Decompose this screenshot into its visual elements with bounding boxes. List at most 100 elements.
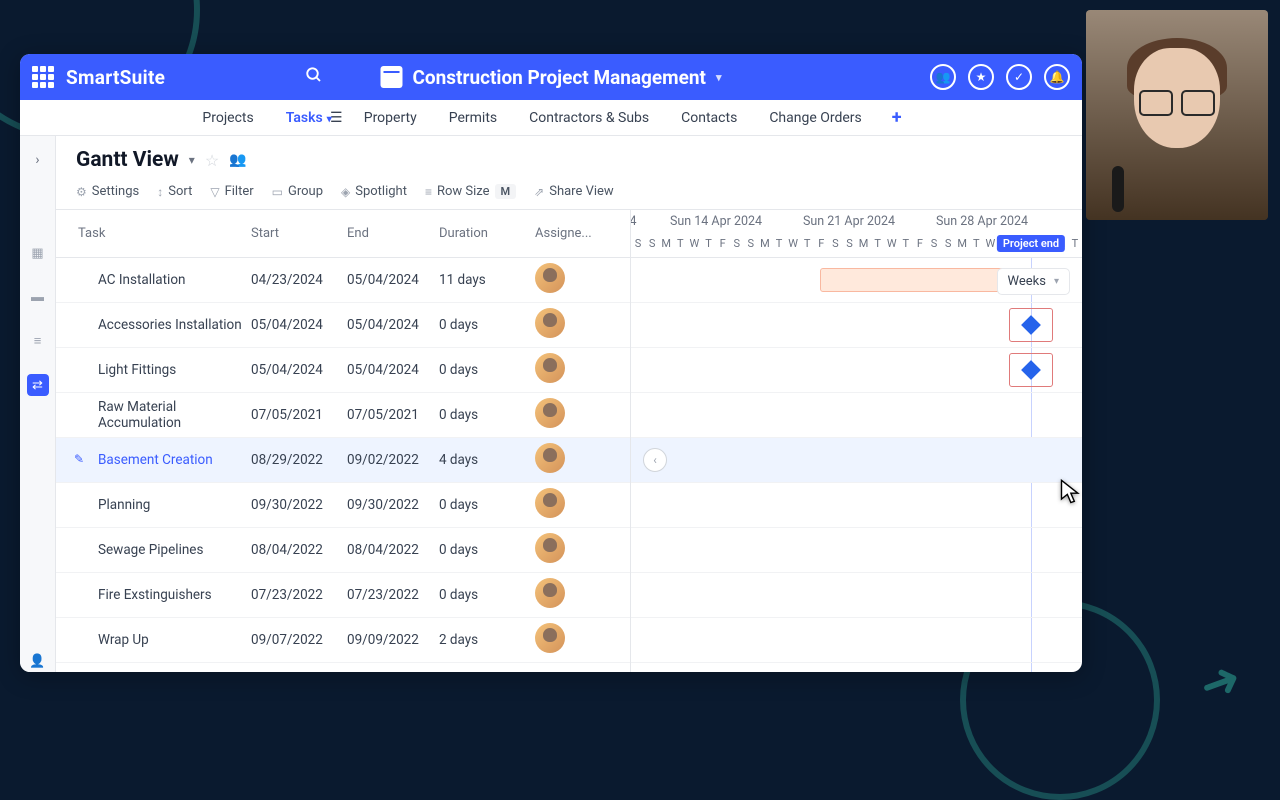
day-label: W — [885, 237, 899, 253]
spotlight-button[interactable]: ◈Spotlight — [341, 184, 407, 199]
task-duration: 0 days — [439, 542, 535, 558]
rail-list-icon[interactable]: ≡ — [27, 330, 49, 352]
gantt-row[interactable] — [631, 483, 1082, 528]
task-start: 08/04/2022 — [251, 542, 347, 558]
assignee-avatar[interactable] — [535, 488, 565, 518]
group-button[interactable]: ▭Group — [272, 184, 323, 199]
task-start: 07/23/2022 — [251, 587, 347, 603]
assignee-avatar[interactable] — [535, 578, 565, 608]
task-duration: 4 days — [439, 452, 535, 468]
task-end: 05/04/2024 — [347, 317, 439, 333]
table-row[interactable]: Fire Exstinguishers 07/23/2022 07/23/202… — [56, 573, 630, 618]
task-duration: 0 days — [439, 587, 535, 603]
day-label: M — [955, 237, 969, 253]
gantt-row[interactable] — [631, 303, 1082, 348]
task-start: 08/29/2022 — [251, 452, 347, 468]
task-duration: 0 days — [439, 362, 535, 378]
sort-button[interactable]: ↕Sort — [157, 184, 192, 199]
task-end: 09/09/2022 — [347, 632, 439, 648]
table-row[interactable]: Accessories Installation 05/04/2024 05/0… — [56, 303, 630, 348]
task-start: 05/04/2024 — [251, 317, 347, 333]
favorite-view-icon[interactable]: ☆ — [205, 151, 219, 170]
tab-property[interactable]: Property — [362, 102, 419, 134]
view-title: Gantt View — [76, 148, 179, 172]
chevron-down-icon: ▾ — [1054, 276, 1059, 287]
day-label: T — [899, 237, 913, 253]
gantt-row[interactable] — [631, 348, 1082, 393]
table-row[interactable]: Sewage Pipelines 08/04/2022 08/04/2022 0… — [56, 528, 630, 573]
day-label: S — [828, 237, 842, 253]
task-name: Light Fittings — [56, 362, 251, 378]
tab-contacts[interactable]: Contacts — [679, 102, 739, 134]
day-label: S — [744, 237, 758, 253]
day-label: T — [871, 237, 885, 253]
table-header: Task Start End Duration Assigne... — [56, 210, 630, 258]
members-icon[interactable]: 👥 — [930, 64, 956, 90]
tab-change-orders[interactable]: Change Orders — [767, 102, 863, 134]
assignee-avatar[interactable] — [535, 623, 565, 653]
rail-grid-icon[interactable]: ▦ — [27, 242, 49, 264]
table-row[interactable]: AC Installation 04/23/2024 05/04/2024 11… — [56, 258, 630, 303]
filter-button[interactable]: ▽Filter — [210, 184, 253, 199]
table-row[interactable]: Raw Material Accumulation 07/05/2021 07/… — [56, 393, 630, 438]
rail-user-icon[interactable]: 👤 — [27, 650, 49, 672]
assignee-avatar[interactable] — [535, 533, 565, 563]
scroll-to-task-icon[interactable]: ‹ — [643, 448, 667, 472]
col-duration[interactable]: Duration — [439, 226, 535, 241]
tab-contractors[interactable]: Contractors & Subs — [527, 102, 651, 134]
add-tab-button[interactable]: + — [892, 107, 902, 128]
day-label: T — [772, 237, 786, 253]
day-label: S — [941, 237, 955, 253]
share-people-icon[interactable]: 👥 — [229, 152, 246, 168]
zoom-select[interactable]: Weeks ▾ — [997, 268, 1070, 295]
gantt-row[interactable] — [631, 528, 1082, 573]
search-icon[interactable] — [305, 66, 323, 88]
rowsize-button[interactable]: ≡Row SizeM — [425, 184, 516, 199]
solution-title[interactable]: Construction Project Management ▾ — [380, 66, 721, 89]
gantt-row[interactable] — [631, 573, 1082, 618]
gantt-chart[interactable]: 4Sun 14 Apr 2024Sun 21 Apr 2024Sun 28 Ap… — [631, 210, 1082, 672]
task-name: Sewage Pipelines — [56, 542, 251, 558]
col-end[interactable]: End — [347, 226, 439, 241]
rail-kanban-icon[interactable]: ▬ — [27, 286, 49, 308]
task-name: Basement Creation — [56, 452, 251, 468]
task-end: 05/04/2024 — [347, 362, 439, 378]
task-name: AC Installation — [56, 272, 251, 288]
assignee-avatar[interactable] — [535, 308, 565, 338]
table-row[interactable]: Wrap Up 09/07/2022 09/09/2022 2 days — [56, 618, 630, 663]
col-start[interactable]: Start — [251, 226, 347, 241]
week-label: Sun 28 Apr 2024 — [936, 214, 1028, 229]
gantt-row[interactable]: ‹ — [631, 438, 1082, 483]
assignee-avatar[interactable] — [535, 398, 565, 428]
task-start: 07/05/2021 — [251, 407, 347, 423]
tab-projects[interactable]: Projects — [200, 102, 255, 134]
rail-gantt-icon[interactable]: ⇄ — [27, 374, 49, 396]
tab-tasks[interactable]: Tasks — [284, 102, 334, 134]
app-window: SmartSuite Construction Project Manageme… — [20, 54, 1082, 672]
table-row[interactable]: Basement Creation 08/29/2022 09/02/2022 … — [56, 438, 630, 483]
day-label: S — [842, 237, 856, 253]
star-icon[interactable]: ★ — [968, 64, 994, 90]
col-assignee[interactable]: Assigne... — [535, 226, 617, 241]
share-view-button[interactable]: ⇗Share View — [534, 184, 614, 199]
assignee-avatar[interactable] — [535, 353, 565, 383]
assignee-avatar[interactable] — [535, 263, 565, 293]
gantt-row[interactable] — [631, 393, 1082, 438]
task-end: 07/05/2021 — [347, 407, 439, 423]
gantt-row[interactable] — [631, 618, 1082, 663]
assignee-avatar[interactable] — [535, 443, 565, 473]
view-dropdown-icon[interactable]: ▾ — [189, 153, 195, 167]
app-launcher-icon[interactable] — [32, 66, 54, 88]
table-row[interactable]: Planning 09/30/2022 09/30/2022 0 days — [56, 483, 630, 528]
col-task[interactable]: Task — [56, 226, 251, 241]
expand-rail-icon[interactable]: › — [35, 152, 39, 168]
settings-button[interactable]: ⚙Settings — [76, 184, 139, 199]
table-row[interactable]: Light Fittings 05/04/2024 05/04/2024 0 d… — [56, 348, 630, 393]
filter-icon: ▽ — [210, 185, 219, 199]
share-icon: ⇗ — [534, 185, 544, 199]
bell-icon[interactable]: 🔔 — [1044, 64, 1070, 90]
check-icon[interactable]: ✓ — [1006, 64, 1032, 90]
tab-permits[interactable]: Permits — [447, 102, 499, 134]
task-table: Task Start End Duration Assigne... AC In… — [56, 210, 631, 672]
spotlight-icon: ◈ — [341, 185, 350, 199]
